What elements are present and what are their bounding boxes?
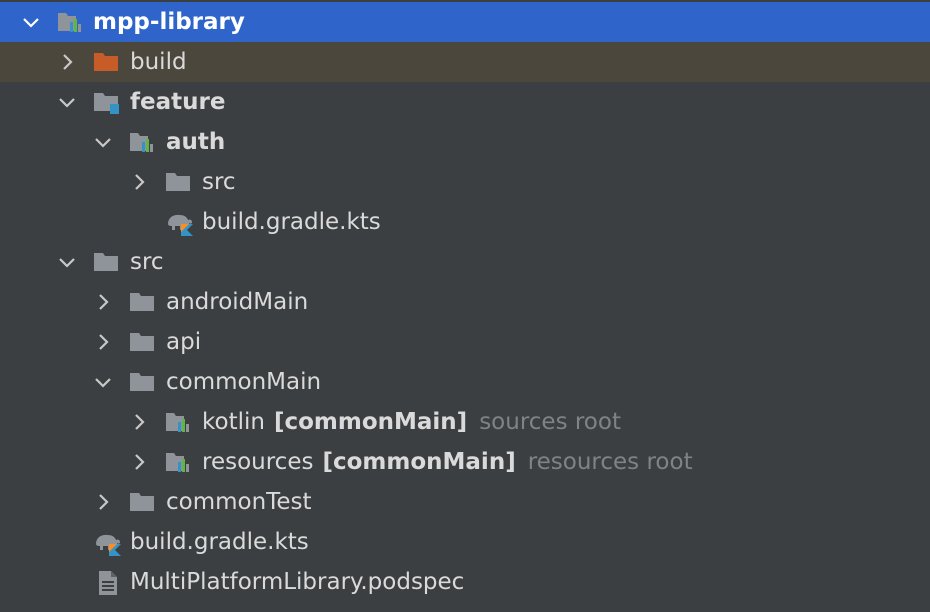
chevron-down-icon[interactable] (57, 92, 77, 112)
root-type-hint: sources root (479, 409, 621, 435)
chevron-down-icon[interactable] (57, 252, 77, 272)
tree-row-common-main[interactable]: commonMain (0, 362, 930, 402)
chevron-right-icon[interactable] (57, 52, 77, 72)
tree-label: feature (130, 89, 226, 115)
project-tree: mpp-library build feature auth src build… (0, 0, 930, 612)
tree-label: src (130, 249, 164, 275)
gradle-kotlin-file-icon (165, 210, 193, 236)
tree-label: build.gradle.kts (130, 529, 309, 555)
tree-label: commonMain (166, 369, 322, 395)
resource-root-icon (165, 450, 191, 474)
tree-row-android-main[interactable]: androidMain (0, 282, 930, 322)
module-icon (57, 10, 83, 34)
tree-row-mpp-library[interactable]: mpp-library (0, 2, 930, 42)
gradle-kotlin-file-icon (93, 530, 121, 556)
tree-row-resources[interactable]: resources [commonMain] resources root (0, 442, 930, 482)
tree-label: build (130, 49, 187, 75)
tree-row-api[interactable]: api (0, 322, 930, 362)
folder-icon (129, 330, 155, 354)
chevron-down-icon[interactable] (93, 132, 113, 152)
tree-row-auth-build-gradle[interactable]: build.gradle.kts (0, 202, 930, 242)
chevron-right-icon[interactable] (129, 452, 149, 472)
tree-label: androidMain (166, 289, 309, 315)
tree-label: api (166, 329, 202, 355)
tree-label: build.gradle.kts (202, 209, 381, 235)
excluded-folder-icon (93, 50, 119, 74)
source-set-tag: [commonMain] (322, 449, 516, 475)
chevron-right-icon[interactable] (129, 412, 149, 432)
folder-icon (129, 490, 155, 514)
module-icon (129, 130, 155, 154)
tree-label: MultiPlatformLibrary.podspec (130, 569, 465, 595)
tree-label: resources (202, 449, 314, 475)
folder-icon (165, 170, 191, 194)
text-file-icon (97, 570, 123, 595)
tree-row-auth-src[interactable]: src (0, 162, 930, 202)
root-type-hint: resources root (527, 449, 693, 475)
tree-row-feature[interactable]: feature (0, 82, 930, 122)
chevron-right-icon[interactable] (93, 492, 113, 512)
source-root-icon (165, 410, 191, 434)
module-group-icon (93, 90, 119, 114)
folder-icon (129, 370, 155, 394)
tree-label: src (202, 169, 236, 195)
tree-row-auth[interactable]: auth (0, 122, 930, 162)
tree-label: auth (166, 129, 226, 155)
chevron-right-icon[interactable] (129, 172, 149, 192)
source-set-tag: [commonMain] (273, 409, 468, 435)
chevron-right-icon[interactable] (93, 292, 113, 312)
tree-label: commonTest (166, 489, 312, 515)
tree-label: kotlin (202, 409, 265, 435)
chevron-down-icon[interactable] (93, 372, 113, 392)
tree-label: mpp-library (93, 9, 245, 35)
tree-row-kotlin[interactable]: kotlin [commonMain] sources root (0, 402, 930, 442)
tree-row-src[interactable]: src (0, 242, 930, 282)
tree-row-root-build-gradle[interactable]: build.gradle.kts (0, 522, 930, 562)
chevron-down-icon[interactable] (21, 12, 41, 32)
folder-icon (129, 290, 155, 314)
folder-icon (93, 250, 119, 274)
tree-row-build[interactable]: build (0, 42, 930, 82)
chevron-right-icon[interactable] (93, 332, 113, 352)
tree-row-podspec[interactable]: MultiPlatformLibrary.podspec (0, 562, 930, 602)
tree-row-common-test[interactable]: commonTest (0, 482, 930, 522)
